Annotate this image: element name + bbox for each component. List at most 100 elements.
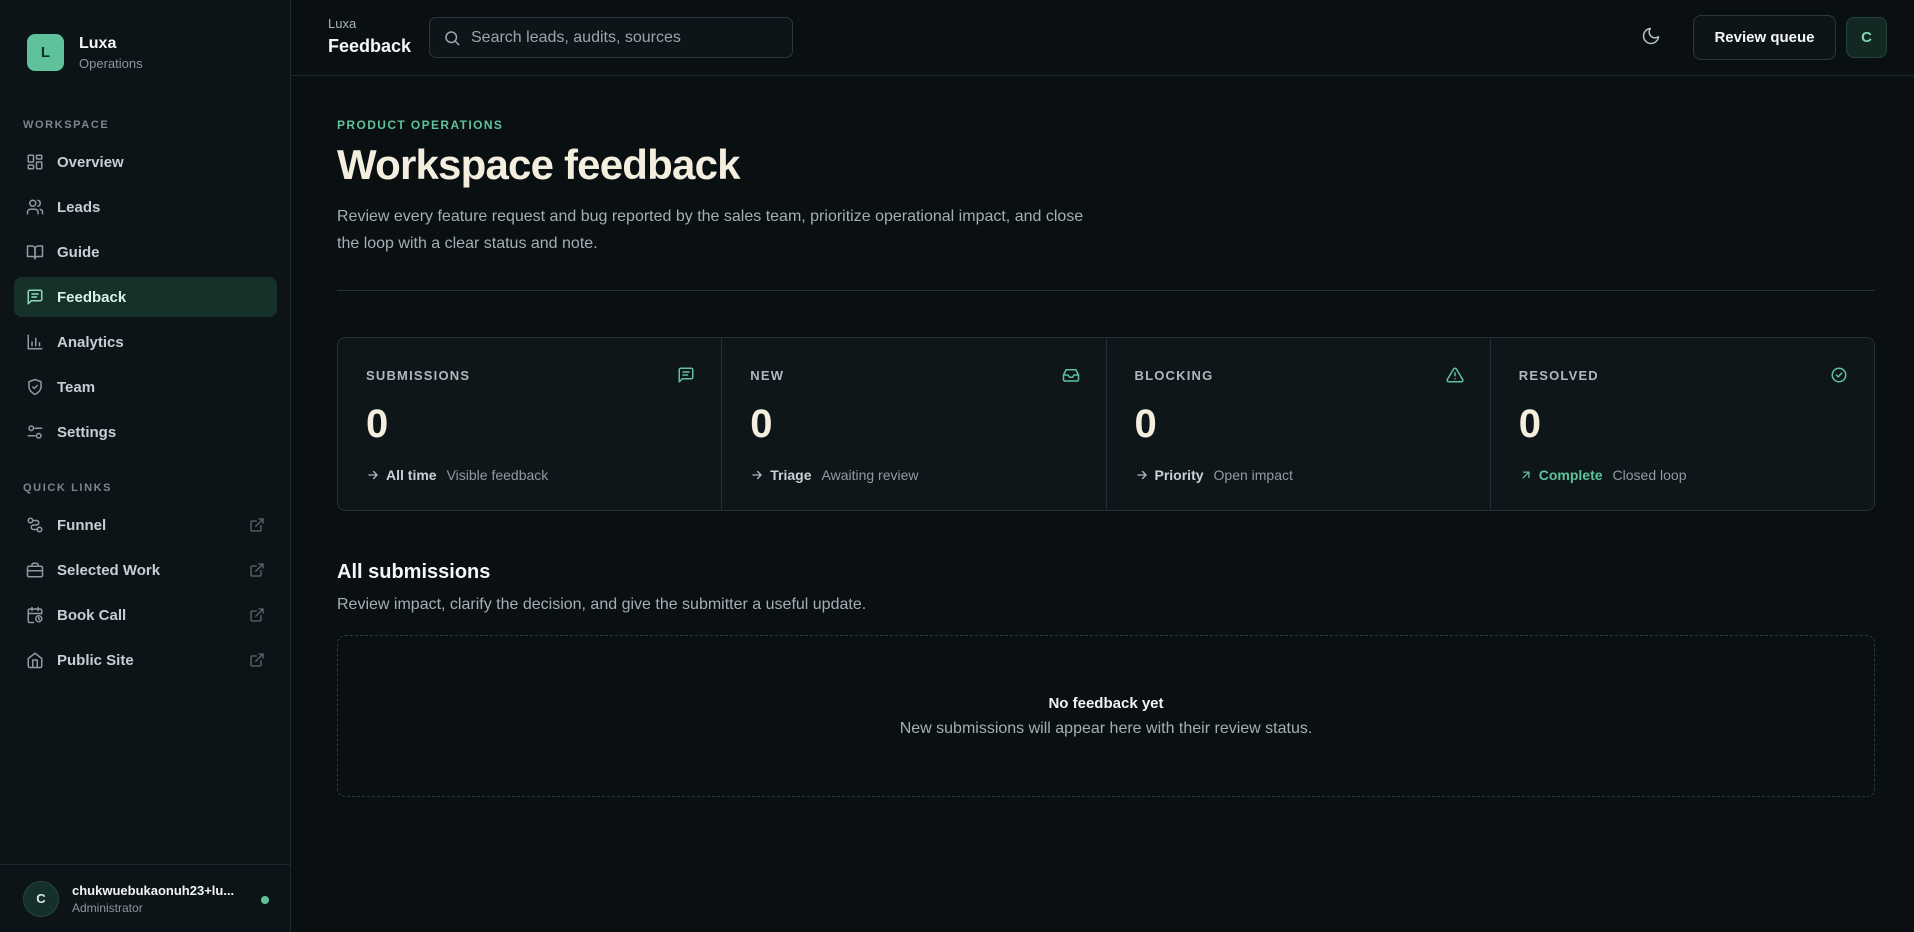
brand-logo: L	[27, 34, 64, 71]
alert-triangle-icon	[1446, 366, 1464, 384]
quick-link-label: Public Site	[57, 651, 134, 669]
external-link-icon	[249, 607, 265, 623]
message-square-icon	[677, 366, 695, 384]
quick-link-funnel[interactable]: Funnel	[14, 505, 277, 545]
calendar-clock-icon	[26, 606, 44, 624]
empty-state-description: New submissions will appear here with th…	[899, 719, 1313, 737]
brand-name: Luxa	[79, 34, 117, 52]
main-content: PRODUCT OPERATIONS Workspace feedback Re…	[292, 77, 1914, 932]
quick-link-label: Selected Work	[57, 561, 161, 579]
quick-link-public-site[interactable]: Public Site	[14, 640, 277, 680]
sidebar-item-label: Leads	[57, 198, 101, 216]
message-square-icon	[26, 288, 44, 306]
divider	[337, 290, 1875, 291]
app: L Luxa Operations WORKSPACE Overview Lea…	[0, 0, 1914, 932]
stat-key: Priority	[1154, 467, 1204, 483]
grid-icon	[26, 153, 44, 171]
brand[interactable]: L Luxa Operations	[27, 34, 143, 71]
review-queue-button[interactable]: Review queue	[1693, 15, 1836, 60]
sidebar-item-label: Settings	[57, 423, 117, 441]
stat-value: 0	[1134, 402, 1157, 446]
search-input[interactable]	[471, 28, 771, 47]
inbox-icon	[1062, 366, 1080, 384]
user-role: Administrator	[72, 900, 143, 915]
quick-link-book-call[interactable]: Book Call	[14, 595, 277, 635]
sidebar-item-label: Feedback	[57, 288, 127, 306]
quick-links-section-label: QUICK LINKS	[23, 482, 113, 494]
stat-footer: Complete Closed loop	[1519, 467, 1687, 483]
stat-note: Closed loop	[1612, 467, 1687, 483]
arrow-up-right-icon	[1519, 468, 1533, 482]
top-header: Luxa Feedback Review queue C	[292, 0, 1914, 76]
empty-state-title: No feedback yet	[1048, 694, 1164, 712]
avatar: C	[23, 880, 59, 917]
stat-note: Awaiting review	[821, 467, 919, 483]
arrow-right-icon	[366, 468, 380, 482]
stat-key: All time	[386, 467, 437, 483]
section-title: All submissions	[337, 561, 491, 583]
stat-label: SUBMISSIONS	[366, 368, 471, 383]
sidebar-item-label: Analytics	[57, 333, 124, 351]
sidebar-item-label: Guide	[57, 243, 100, 261]
stat-card-resolved: RESOLVED 0 Complete Closed loop	[1491, 338, 1874, 510]
book-icon	[26, 243, 44, 261]
breadcrumb: Luxa	[328, 16, 357, 31]
shield-icon	[26, 378, 44, 396]
sidebar: L Luxa Operations WORKSPACE Overview Lea…	[0, 0, 291, 932]
header-title: Feedback	[328, 36, 412, 56]
sidebar-item-analytics[interactable]: Analytics	[14, 322, 277, 362]
arrow-right-icon	[750, 468, 764, 482]
route-icon	[26, 516, 44, 534]
quick-link-selected-work[interactable]: Selected Work	[14, 550, 277, 590]
sidebar-item-label: Overview	[57, 153, 124, 171]
page-eyebrow: PRODUCT OPERATIONS	[337, 118, 504, 132]
sidebar-item-feedback[interactable]: Feedback	[14, 277, 277, 317]
page-description: Review every feature request and bug rep…	[337, 208, 1084, 252]
user-name: chukwuebukaonuh23+lu...	[72, 882, 235, 898]
stat-value: 0	[366, 402, 389, 446]
stat-label: BLOCKING	[1134, 368, 1214, 383]
empty-state: No feedback yet New submissions will app…	[337, 635, 1875, 797]
moon-icon[interactable]	[1641, 26, 1663, 48]
brand-subtitle: Operations	[79, 55, 143, 71]
sidebar-item-team[interactable]: Team	[14, 367, 277, 407]
bar-chart-icon	[26, 333, 44, 351]
workspace-section-label: WORKSPACE	[23, 119, 110, 131]
header-avatar[interactable]: C	[1846, 17, 1887, 58]
stat-value: 0	[1518, 402, 1541, 446]
check-circle-icon	[1830, 366, 1848, 384]
external-link-icon	[249, 652, 265, 668]
stats-panel: SUBMISSIONS 0 All time Visible feedback …	[337, 337, 1875, 511]
briefcase-icon	[26, 561, 44, 579]
stat-card-new: NEW 0 Triage Awaiting review	[722, 338, 1107, 510]
search-box[interactable]	[429, 17, 793, 58]
arrow-right-icon	[1135, 468, 1149, 482]
stat-card-blocking: BLOCKING 0 Priority Open impact	[1107, 338, 1491, 510]
stat-label: NEW	[750, 368, 785, 383]
user-profile[interactable]: C chukwuebukaonuh23+lu... Administrator	[0, 864, 291, 932]
external-link-icon	[249, 517, 265, 533]
online-status-dot	[261, 896, 269, 904]
search-icon	[443, 29, 461, 47]
stat-key: Triage	[770, 467, 812, 483]
stat-footer: All time Visible feedback	[366, 467, 548, 483]
sidebar-item-guide[interactable]: Guide	[14, 232, 277, 272]
sidebar-item-settings[interactable]: Settings	[14, 412, 277, 452]
stat-note: Visible feedback	[446, 467, 549, 483]
sliders-icon	[26, 423, 44, 441]
stat-card-submissions: SUBMISSIONS 0 All time Visible feedback	[338, 338, 723, 510]
users-icon	[26, 198, 44, 216]
stat-value: 0	[750, 402, 773, 446]
sidebar-item-leads[interactable]: Leads	[14, 187, 277, 227]
stat-footer: Triage Awaiting review	[750, 467, 919, 483]
home-icon	[26, 651, 44, 669]
sidebar-item-overview[interactable]: Overview	[14, 142, 277, 182]
stat-note: Open impact	[1213, 467, 1293, 483]
stat-footer: Priority Open impact	[1135, 467, 1293, 483]
page-title: Workspace feedback	[337, 141, 741, 188]
sidebar-item-label: Team	[57, 378, 96, 396]
stat-label: RESOLVED	[1518, 368, 1599, 383]
quick-link-label: Funnel	[57, 516, 107, 534]
external-link-icon	[249, 562, 265, 578]
quick-link-label: Book Call	[57, 606, 127, 624]
